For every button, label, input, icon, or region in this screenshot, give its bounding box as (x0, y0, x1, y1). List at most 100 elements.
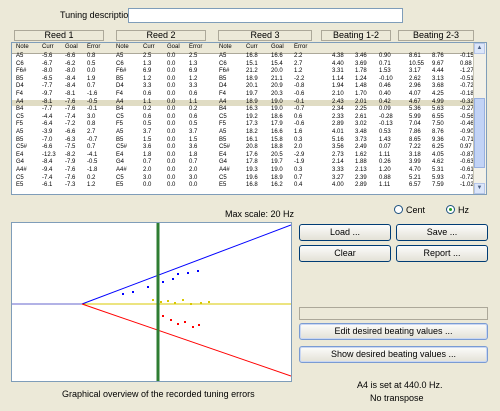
table-cell: E4 (219, 151, 227, 158)
table-cell: 0.0 (167, 106, 176, 113)
table-cell: 0.0 (167, 121, 176, 128)
table-cell: 0.3 (294, 136, 303, 143)
table-cell: 3.33 (332, 167, 344, 173)
table-cell: 1.9 (87, 75, 96, 82)
table-cell: 2.14 (332, 159, 344, 166)
table-row[interactable]: D4 -7.7 -8.4 0.7 D4 3.3 0.0 3.3 D4 20.1 20.9 -0.8 1.… (12, 83, 474, 91)
table-cell: 4.38 (332, 53, 344, 59)
table-cell: -8.1 (65, 91, 76, 97)
table-cell: -0.6 (294, 91, 305, 97)
table-cell: -9.4 (42, 167, 53, 173)
table-row[interactable]: B5 -7.0 -6.3 -0.7 B5 1.5 0.0 1.5 B5 16.1 15.8 0.3 5.… (12, 136, 474, 145)
table-row[interactable]: B5 -6.5 -8.4 1.9 B5 1.2 0.0 1.2 B5 18.9 21.1 -2.2 1.… (12, 75, 474, 84)
table-header: Note Curr Goal Error Note Curr Goal Erro… (12, 43, 474, 54)
table-cell: 8.76 (432, 129, 444, 135)
data-point (147, 286, 149, 288)
table-cell: 4.25 (432, 91, 444, 97)
table-cell: 17.6 (246, 151, 258, 158)
table-cell: -0.72 (460, 83, 474, 90)
data-point (200, 302, 202, 304)
table-cell: -7.5 (65, 144, 76, 151)
table-cell: C5 (116, 113, 124, 120)
col-error-2: Error (189, 44, 203, 50)
table-cell: 18.9 (246, 75, 258, 82)
cent-radio[interactable] (394, 205, 403, 214)
table-cell: 1.14 (332, 75, 344, 82)
scroll-down-icon[interactable]: ▼ (474, 183, 485, 194)
table-cell: 3.0 (189, 174, 198, 181)
edit-beating-button[interactable]: Edit desired beating values ... (299, 323, 488, 340)
table-cell: 3.99 (409, 159, 421, 166)
table-cell: 1.11 (379, 151, 391, 158)
table-cell: -8.4 (65, 75, 76, 82)
tuning-description-input[interactable] (128, 8, 403, 23)
table-cell: 3.3 (189, 83, 198, 90)
table-cell: 1.1 (189, 98, 198, 105)
table-cell: 0.6 (143, 91, 152, 97)
table-row[interactable]: C5# -6.6 -7.5 0.7 C5# 3.6 0.0 3.6 C5# 20.8 18.8 2.0… (12, 144, 474, 152)
table-row[interactable]: G4 -8.4 -7.9 -0.5 G4 0.7 0.0 0.7 G4 17.8 19.7 -1.9 2… (12, 159, 474, 167)
table-cell: D4 (16, 83, 24, 90)
table-cell: -0.51 (460, 75, 474, 82)
hz-radio[interactable] (446, 205, 455, 214)
table-row[interactable]: F5 -6.4 -7.2 0.8 F5 0.5 0.0 0.5 F5 17.3 17.9 -0.6 2.… (12, 121, 474, 129)
table-cell: 3.13 (432, 75, 444, 82)
table-cell: 1.94 (332, 83, 344, 90)
table-row[interactable]: C6 -6.7 -6.2 0.5 C6 1.3 0.0 1.3 C6 15.1 15.4 2.7 4.4… (12, 61, 474, 69)
table-cell: -6.4 (42, 121, 53, 128)
save-button[interactable]: Save ... (396, 224, 488, 241)
table-cell: 0.0 (167, 91, 176, 97)
table-cell: B5 (219, 136, 227, 143)
table-cell: -0.46 (460, 121, 474, 128)
reed-2-trend-line (81, 224, 292, 305)
table-cell: 19.0 (271, 106, 283, 113)
table-cell: -7.4 (65, 113, 76, 120)
table-cell: 3.46 (355, 53, 367, 59)
table-row[interactable]: A5 -3.9 -6.6 2.7 A5 3.7 0.0 3.7 A5 18.2 16.6 1.6 4.0… (12, 129, 474, 137)
table-cell: 2.7 (87, 129, 96, 135)
table-row[interactable]: C5 -7.4 -7.6 0.2 C5 3.0 0.0 3.0 C5 19.6 18.9 0.7 3.2… (12, 174, 474, 183)
group-beating-2-3: Beating 2-3 (398, 30, 474, 41)
table-cell: -0.72 (460, 174, 474, 181)
table-cell: 0.0 (189, 182, 198, 189)
table-scrollbar[interactable]: ▲ ▼ (473, 43, 486, 194)
table-cell: G4 (116, 159, 125, 166)
table-cell: 3.6 (143, 144, 152, 151)
scroll-up-icon[interactable]: ▲ (474, 43, 485, 54)
table-cell: 1.6 (294, 129, 303, 135)
clear-button[interactable]: Clear (299, 245, 391, 262)
table-cell: F4 (219, 91, 227, 97)
data-point (198, 324, 200, 326)
table-cell: 16.3 (246, 106, 258, 113)
table-cell: 2.2 (294, 53, 303, 59)
table-cell: 0.7 (294, 174, 303, 181)
table-cell: 1.70 (355, 91, 367, 97)
table-row[interactable]: A4 -8.1 -7.6 -0.5 A4 1.1 0.0 1.1 A4 18.9 19.0 -0.1 2… (12, 98, 474, 107)
table-cell: 1.2 (294, 68, 303, 75)
report-button[interactable]: Report ... (396, 245, 488, 262)
table-row[interactable]: E4 -12.3 -8.2 -4.1 E4 1.8 0.0 1.8 E4 17.6 20.5 -2.9… (12, 151, 474, 160)
table-cell: F5 (16, 121, 24, 128)
table-row[interactable]: F4 -9.7 -8.1 -1.6 F4 0.6 0.0 0.6 F4 19.7 20.3 -0.6 2… (12, 91, 474, 99)
table-cell: 0.0 (167, 98, 176, 105)
table-cell: -8.0 (65, 68, 76, 75)
table-cell: 18.2 (246, 129, 258, 135)
show-beating-button[interactable]: Show desired beating values ... (299, 346, 488, 363)
table-row[interactable]: B4 -7.7 -7.6 -0.1 B4 0.2 0.0 0.2 B4 16.3 19.0 -0.7 2… (12, 106, 474, 114)
table-cell: 3.31 (332, 68, 344, 75)
load-button[interactable]: Load ... (299, 224, 391, 241)
table-row[interactable]: A5 -5.6 -6.6 0.8 A5 2.5 0.0 2.5 A5 16.8 16.6 2.2 4.3… (12, 53, 474, 61)
table-row[interactable]: C5 -4.4 -7.4 3.0 C5 0.6 0.0 0.6 C5 19.2 18.6 0.6 2.3… (12, 113, 474, 122)
table-cell: 19.0 (271, 167, 283, 173)
table-cell: A4# (219, 167, 230, 173)
table-row[interactable]: F6# -8.0 -8.0 0.0 F6# 6.9 0.0 6.9 F6# 21.2 20.0 1.2… (12, 68, 474, 76)
table-cell: 0.97 (460, 144, 472, 151)
table-row[interactable]: E5 -6.1 -7.3 1.2 E5 0.0 0.0 0.0 E5 16.8 16.2 0.4 4.0… (12, 182, 474, 190)
table-row[interactable]: A4# -9.4 -7.6 -1.8 A4# 2.0 0.0 2.0 A4# 19.3 19.0 0.… (12, 167, 474, 175)
table-cell: 0.4 (294, 182, 303, 189)
table-cell: 3.56 (332, 144, 344, 151)
table-cell: 3.6 (189, 144, 198, 151)
scroll-thumb[interactable] (474, 98, 485, 168)
table-cell: 1.8 (143, 151, 152, 158)
tuning-table[interactable]: Note Curr Goal Error Note Curr Goal Erro… (11, 42, 487, 195)
